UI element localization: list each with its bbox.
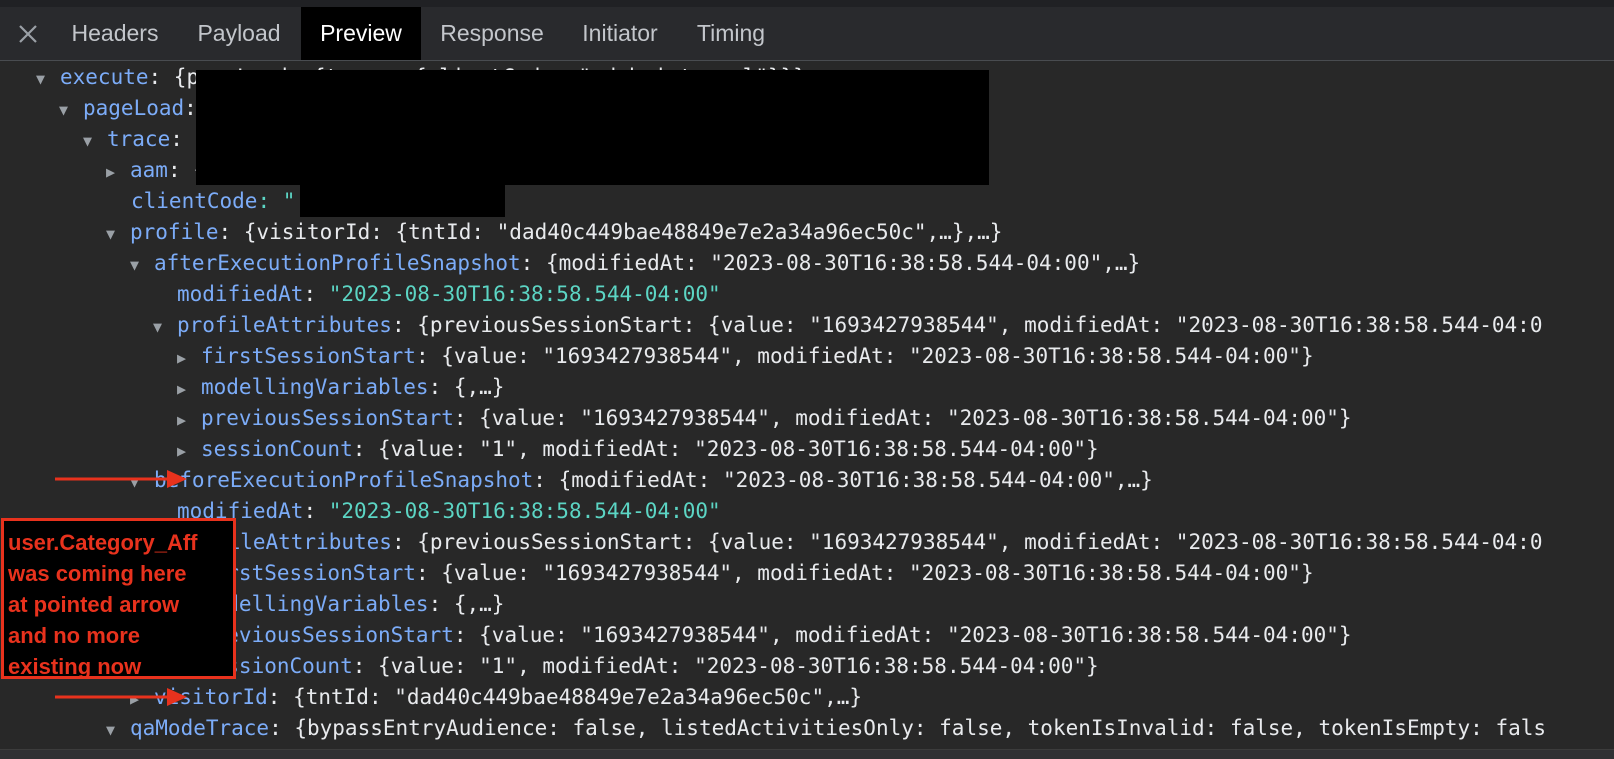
tab-preview[interactable]: Preview: [301, 7, 421, 60]
tree-row[interactable]: ▶firstSessionStart: {value: "16934279385…: [177, 340, 1314, 372]
expand-toggle-icon[interactable]: ▶: [177, 404, 201, 436]
tree-row[interactable]: ▶firstSessionStart: {value: "16934279385…: [177, 557, 1314, 589]
redaction-block: [196, 70, 989, 185]
red-arrow-icon: [55, 688, 187, 706]
tree-value: : ": [257, 189, 296, 213]
tree-value: : {bypassEntryAudience: false, listedAct…: [269, 716, 1547, 740]
tree-sep: :: [303, 499, 329, 523]
tree-key: beforeExecutionProfileSnapshot: [154, 468, 534, 492]
tree-value: : {modifiedAt: "2023-08-30T16:38:58.544-…: [520, 251, 1141, 275]
tree-key: firstSessionStart: [201, 344, 416, 368]
tree-value: "2023-08-30T16:38:58.544-04:00": [328, 499, 721, 523]
tree-row[interactable]: ▼ profile: {visitorId: {tntId: "dad40c449…: [106, 216, 1002, 248]
tree-value: : {value: "1", modifiedAt: "2023-08-30T1…: [352, 437, 1099, 461]
tab-timing[interactable]: Timing: [680, 7, 782, 60]
tree-value: "2023-08-30T16:38:58.544-04:00": [328, 282, 721, 306]
expand-toggle-icon[interactable]: ▶: [177, 373, 201, 405]
tree-value: : {,…}: [428, 592, 505, 616]
tree-row[interactable]: ▼profileAttributes: {previousSessionStar…: [153, 526, 1542, 558]
expand-toggle-icon[interactable]: ▼: [106, 218, 130, 250]
tree-row[interactable]: ▶previousSessionStart: {value: "16934279…: [177, 619, 1352, 651]
tree-key: modellingVariables: [201, 375, 429, 399]
tree-row[interactable]: ▼profileAttributes: {previousSessionStar…: [153, 309, 1542, 341]
expand-toggle-icon[interactable]: ▼: [36, 63, 60, 95]
tree-value: : {value: "1", modifiedAt: "2023-08-30T1…: [352, 654, 1099, 678]
tree-key: execute: [60, 65, 149, 89]
expand-toggle-icon[interactable]: ▶: [177, 342, 201, 374]
tree-value: : {previousSessionStart: {value: "169342…: [391, 313, 1543, 337]
close-icon: [19, 24, 37, 43]
expand-toggle-icon[interactable]: ▼: [59, 94, 83, 126]
devtools-tab-bar: Headers Payload Preview Response Initiat…: [0, 7, 1614, 61]
tree-key: afterExecutionProfileSnapshot: [154, 251, 521, 275]
annotation-line: was coming here: [8, 561, 187, 586]
annotation-line: at pointed arrow: [8, 592, 180, 617]
annotation-line: and no more: [8, 623, 141, 648]
expand-toggle-icon[interactable]: ▼: [153, 311, 177, 343]
tree-value: : {value: "1693427938544", modifiedAt: "…: [453, 406, 1352, 430]
tree-key: modifiedAt: [177, 282, 304, 306]
annotation-line: existing now: [8, 654, 142, 679]
tree-row[interactable]: ▼ qaModeTrace: {bypassEntryAudience: fals…: [106, 712, 1546, 744]
tree-value: :: [184, 96, 197, 120]
close-button[interactable]: [0, 7, 56, 60]
tree-row[interactable]: ▶previousSessionStart: {value: "16934279…: [177, 402, 1352, 434]
tree-row[interactable]: modifiedAt: "2023-08-30T16:38:58.544-04:…: [177, 495, 721, 527]
expand-toggle-icon[interactable]: ▼: [130, 249, 154, 281]
redaction-block: [300, 185, 505, 217]
tree-sep: :: [303, 282, 329, 306]
tree-value: : {value: "1693427938544", modifiedAt: "…: [453, 623, 1352, 647]
tree-key: clientCode: [131, 189, 258, 213]
expand-toggle-icon[interactable]: ▶: [106, 156, 130, 188]
tree-row[interactable]: ▼ pageLoad:: [59, 92, 197, 124]
tree-value: : {value: "1693427938544", modifiedAt: "…: [415, 561, 1314, 585]
tree-row[interactable]: ▶ visitorId: {tntId: "dad40c449bae48849e7…: [130, 681, 862, 713]
tree-row[interactable]: ▶modellingVariables: {,…}: [177, 371, 504, 403]
expand-toggle-icon[interactable]: ▼: [106, 714, 130, 746]
tab-headers[interactable]: Headers: [56, 7, 174, 60]
tree-key: trace: [107, 127, 171, 151]
tree-key: profileAttributes: [177, 313, 392, 337]
tree-value: : {modifiedAt: "2023-08-30T16:38:58.544-…: [533, 468, 1153, 492]
tree-key: qaModeTrace: [130, 716, 270, 740]
tab-payload[interactable]: Payload: [178, 7, 300, 60]
tree-value: : {tntId: "dad40c449bae48849e7e2a34a96ec…: [267, 685, 863, 709]
tree-key: pageLoad: [83, 96, 185, 120]
tree-key: sessionCount: [201, 437, 353, 461]
tree-key: profile: [130, 220, 219, 244]
annotation-note: user.Category_Aff was coming here at poi…: [1, 518, 236, 679]
tree-value: :: [170, 127, 183, 151]
tree-key: aam: [130, 158, 168, 182]
tree-row[interactable]: ▶sessionCount: {value: "1", modifiedAt: …: [177, 433, 1099, 465]
tree-value: : {visitorId: {tntId: "dad40c449bae48849…: [218, 220, 1003, 244]
tree-key: previousSessionStart: [201, 406, 454, 430]
red-arrow-icon: [55, 470, 187, 488]
tree-row[interactable]: ▼ afterExecutionProfileSnapshot: {modifie…: [130, 247, 1140, 279]
tree-row[interactable]: ▶sessionCount: {value: "1", modifiedAt: …: [177, 650, 1099, 682]
tree-value: : {previousSessionStart: {value: "169342…: [391, 530, 1543, 554]
tree-row[interactable]: modifiedAt: "2023-08-30T16:38:58.544-04:…: [177, 278, 721, 310]
tree-value: : {,…}: [428, 375, 505, 399]
tree-row[interactable]: ▼ trace:: [83, 123, 183, 155]
tree-key: previousSessionStart: [201, 623, 454, 647]
annotation-line: user.Category_Aff: [8, 530, 198, 555]
tab-response[interactable]: Response: [422, 7, 562, 60]
expand-toggle-icon[interactable]: ▼: [83, 125, 107, 157]
tree-row[interactable]: ▼ beforeExecutionProfileSnapshot: {modifi…: [130, 464, 1153, 496]
tree-value: : {value: "1693427938544", modifiedAt: "…: [415, 344, 1314, 368]
tab-initiator[interactable]: Initiator: [564, 7, 676, 60]
expand-toggle-icon[interactable]: ▶: [177, 435, 201, 467]
tree-row[interactable]: clientCode: ": [131, 185, 295, 217]
